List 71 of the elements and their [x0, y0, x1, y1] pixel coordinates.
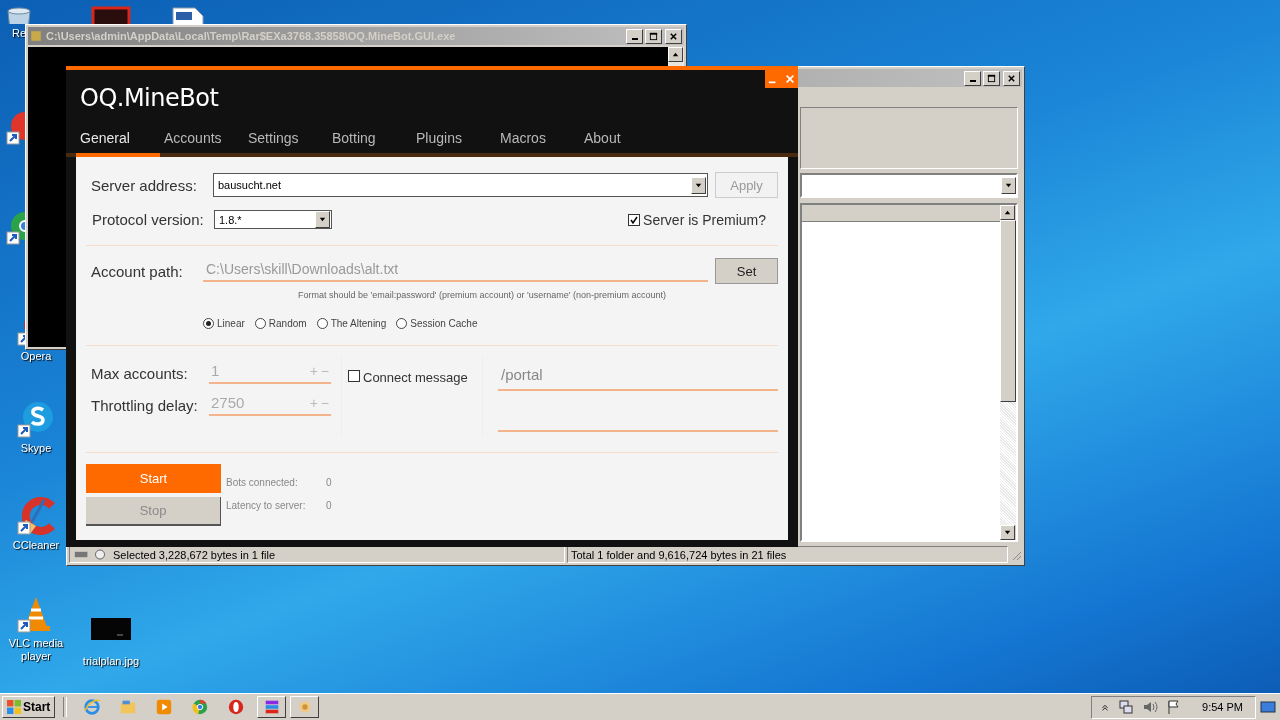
maximize-button[interactable] [983, 70, 1000, 86]
minimize-button[interactable] [626, 28, 643, 44]
radio-label[interactable]: The Altening [330, 318, 387, 329]
field-label: Account path: [90, 262, 184, 280]
minimize-button[interactable] [964, 70, 981, 86]
network-icon[interactable] [1118, 699, 1135, 715]
app-icon [30, 30, 42, 42]
format-hint: Format should be 'email:password' (premium account) or 'username' (non-premium account) [297, 290, 667, 300]
desktop-icon-label[interactable]: Re [11, 27, 27, 40]
desktop-icon-label[interactable]: Skype [20, 442, 52, 455]
scroll-bar[interactable] [1000, 205, 1016, 540]
radio-label[interactable]: Linear [217, 318, 245, 329]
start-button[interactable]: Start [2, 696, 56, 718]
taskbar-button[interactable] [257, 696, 287, 718]
radio-button[interactable] [254, 318, 266, 329]
speaker-icon[interactable] [1142, 699, 1159, 715]
skype-icon[interactable] [16, 399, 56, 439]
caret-icon [318, 215, 327, 224]
address-combo[interactable] [800, 173, 1018, 198]
minimize-icon [631, 38, 638, 40]
radio-label[interactable]: Random [268, 318, 307, 329]
stat-value: 0 [326, 477, 332, 488]
desktop-icon-label[interactable]: Opera [20, 350, 52, 363]
clock[interactable]: 9:54 PM [1202, 701, 1243, 713]
stat-label: Bots connected: [226, 477, 299, 488]
checkbox[interactable] [348, 370, 360, 382]
field-label: Server address: [90, 176, 198, 194]
status-text: Total 1 folder and 9,616,724 bytes in 21 files [571, 548, 787, 561]
tab[interactable]: Settings [244, 126, 328, 157]
taskbar-button[interactable] [290, 696, 320, 718]
field-label: Max accounts: [90, 364, 189, 382]
radio-button[interactable] [396, 318, 408, 329]
stat-value: 0 [326, 500, 332, 511]
show-desktop-icon[interactable] [1260, 699, 1276, 715]
protocol-version-select[interactable]: 1.8.* [214, 210, 332, 229]
maximize-icon [987, 73, 996, 83]
windows-logo [7, 700, 21, 714]
minimize-icon [969, 80, 976, 82]
chrome-icon[interactable] [191, 698, 210, 716]
close-icon [669, 31, 678, 41]
close-button[interactable] [1003, 70, 1020, 86]
caret-icon [1004, 181, 1013, 190]
close-icon [1007, 73, 1016, 83]
field-label: Protocol version: [91, 211, 205, 228]
tab[interactable]: Accounts [160, 126, 244, 157]
tab[interactable]: Plugins [412, 126, 496, 157]
tab[interactable]: About [580, 126, 664, 157]
checkbox[interactable] [628, 213, 641, 226]
radio-label[interactable]: Session Cache [410, 318, 478, 329]
server-address-combo[interactable]: bausucht.net [213, 173, 708, 197]
close-button[interactable] [665, 28, 682, 44]
stat-label: Latency to server: [226, 500, 307, 511]
radio-button[interactable] [203, 318, 214, 329]
tab[interactable]: Botting [328, 126, 412, 157]
checkbox-label[interactable]: Server is Premium? [643, 211, 766, 228]
ccleaner-icon[interactable] [16, 496, 56, 536]
status-text: Selected 3,228,672 bytes in 1 file [113, 548, 276, 561]
up-arrow-icon [671, 50, 680, 59]
down-arrow-icon [1003, 528, 1012, 537]
up-arrow-icon [1003, 208, 1012, 217]
maximize-button[interactable] [645, 28, 662, 44]
tab[interactable]: Macros [496, 126, 580, 157]
field-label: Throttling delay: [90, 396, 199, 414]
app-title: OQ.MineBot [79, 83, 219, 114]
radio-button[interactable] [316, 318, 328, 329]
set-button[interactable]: Set [715, 258, 778, 284]
scroll-up-button[interactable] [668, 47, 683, 62]
checkbox-label[interactable]: Connect message [363, 370, 468, 385]
opera-icon[interactable] [227, 698, 246, 716]
maximize-icon [649, 31, 658, 41]
window-title: C:\Users\admin\AppData\Local\Temp\Rar$EXa3768.35858\OQ.MineBot.GUI.exe [46, 30, 456, 42]
